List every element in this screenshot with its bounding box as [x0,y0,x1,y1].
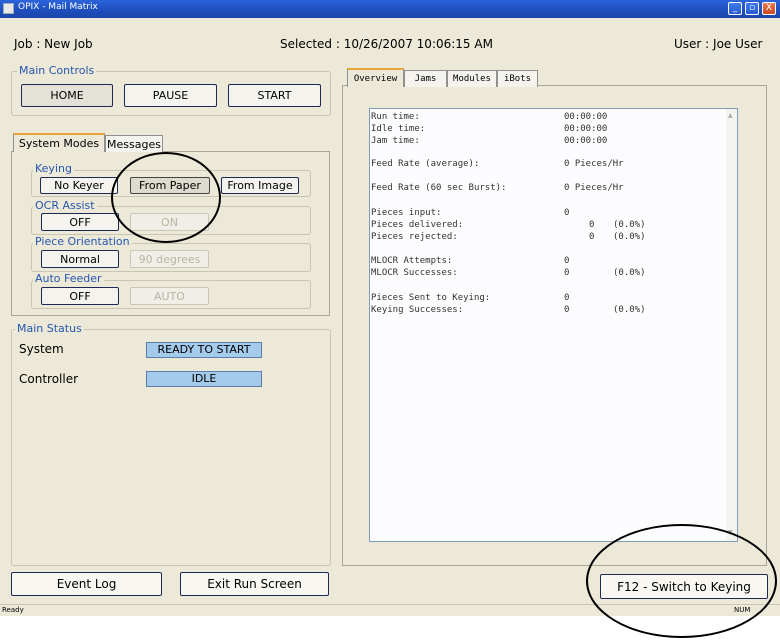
jam-time-value: 00:00:00 [564,136,608,146]
tab-overview[interactable]: Overview [347,68,404,87]
run-time-label: Run time: [371,112,420,122]
pieces-delivered-label: Pieces delivered: [371,220,464,230]
ocr-on-button[interactable]: ON [130,213,209,231]
sent-keying-value: 0 [564,293,570,303]
keying-successes-value: 0 [564,305,570,315]
feed-rate-burst-value: 0 Pieces/Hr [564,183,624,193]
orientation-normal-button[interactable]: Normal [41,250,119,268]
selected-datetime: Selected : 10/26/2007 10:06:15 AM [280,37,493,51]
pieces-rejected-value: 0 [589,232,595,242]
close-button[interactable]: X [762,2,776,15]
pieces-input-value: 0 [564,208,570,218]
controller-status-value: IDLE [146,371,262,387]
idle-time-label: Idle time: [371,124,426,134]
from-image-button[interactable]: From Image [221,177,299,194]
tab-modules[interactable]: Modules [447,70,497,87]
mlocr-successes-pct: (0.0%) [613,268,646,278]
ocr-assist-title: OCR Assist [33,199,97,212]
keying-title: Keying [33,162,74,175]
pieces-input-label: Pieces input: [371,208,442,218]
home-button[interactable]: HOME [21,84,113,107]
ocr-off-button[interactable]: OFF [41,213,119,231]
user-label: User : Joe User [674,37,763,51]
piece-orientation-title: Piece Orientation [33,235,132,248]
start-button[interactable]: START [228,84,321,107]
run-time-value: 00:00:00 [564,112,608,122]
job-label: Job : New Job [14,37,93,51]
title-bar: OPIX - Mail Matrix _ ▫ X [0,0,780,18]
status-num: NUM [734,606,751,614]
keying-successes-pct: (0.0%) [613,305,646,315]
jam-time-label: Jam time: [371,136,420,146]
feed-rate-avg-value: 0 Pieces/Hr [564,159,624,169]
window-title: OPIX - Mail Matrix [18,2,98,12]
mlocr-successes-value: 0 [564,268,570,278]
tab-messages[interactable]: Messages [105,135,163,152]
pieces-rejected-label: Pieces rejected: [371,232,458,242]
main-status-group [11,329,331,566]
exit-run-screen-button[interactable]: Exit Run Screen [180,572,329,596]
overview-text-area [369,108,738,542]
no-keyer-button[interactable]: No Keyer [40,177,118,194]
main-status-title: Main Status [15,322,84,335]
sent-keying-label: Pieces Sent to Keying: [371,293,491,303]
keying-successes-label: Keying Successes: [371,305,464,315]
minimize-button[interactable]: _ [728,2,742,15]
event-log-button[interactable]: Event Log [11,572,162,596]
main-controls-title: Main Controls [17,64,97,77]
tab-system-modes[interactable]: System Modes [13,133,105,152]
pieces-delivered-pct: (0.0%) [613,220,646,230]
feed-rate-burst-label: Feed Rate (60 sec Burst): [371,183,507,193]
pieces-delivered-value: 0 [589,220,595,230]
mlocr-attempts-label: MLOCR Attempts: [371,256,453,266]
status-ready: Ready [2,606,24,614]
auto-feeder-title: Auto Feeder [33,272,104,285]
idle-time-value: 00:00:00 [564,124,608,134]
mlocr-attempts-value: 0 [564,256,570,266]
restore-button[interactable]: ▫ [745,2,759,15]
status-bar: Ready NUM [0,604,780,616]
scroll-up-icon[interactable]: ▲ [728,112,733,119]
mlocr-successes-label: MLOCR Successes: [371,268,458,278]
controller-label: Controller [19,372,79,386]
pause-button[interactable]: PAUSE [124,84,217,107]
feed-rate-avg-label: Feed Rate (average): [371,159,480,169]
pieces-rejected-pct: (0.0%) [613,232,646,242]
feeder-auto-button[interactable]: AUTO [130,287,209,305]
overview-scrollbar[interactable]: ▲ ▼ [726,109,737,541]
feeder-off-button[interactable]: OFF [41,287,119,305]
system-label: System [19,342,64,356]
tab-jams[interactable]: Jams [404,70,447,87]
switch-to-keying-button[interactable]: F12 - Switch to Keying [600,574,768,599]
orientation-90-button[interactable]: 90 degrees [130,250,209,268]
system-status-value: READY TO START [146,342,262,358]
tab-ibots[interactable]: iBots [497,70,538,87]
from-paper-button[interactable]: From Paper [130,177,210,194]
app-icon [3,3,14,14]
scroll-down-icon[interactable]: ▼ [728,529,733,536]
